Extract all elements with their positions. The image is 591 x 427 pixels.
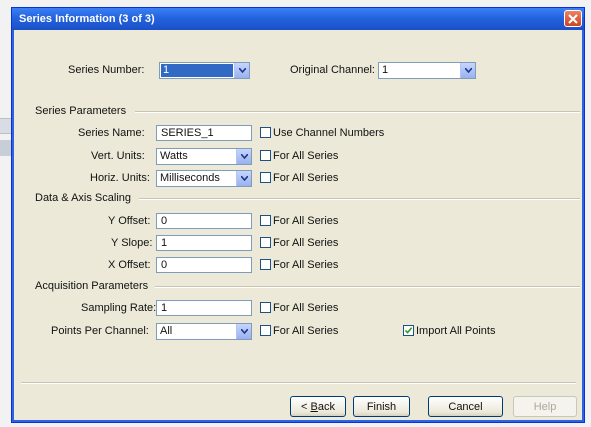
series-parameters-title: Series Parameters <box>35 105 127 117</box>
y-slope-for-all-checkbox[interactable] <box>260 237 271 248</box>
back-button-prefix: < <box>301 400 311 413</box>
import-all-points-checkbox[interactable] <box>403 325 414 336</box>
divider <box>139 198 580 200</box>
chevron-down-icon[interactable] <box>236 149 251 164</box>
points-per-channel-value: All <box>160 325 173 337</box>
title-bar[interactable]: Series Information (3 of 3) <box>12 8 584 30</box>
vert-units-for-all-label: For All Series <box>273 150 339 162</box>
help-button[interactable]: Help <box>513 396 577 417</box>
divider <box>135 111 580 113</box>
data-axis-scaling-title: Data & Axis Scaling <box>35 192 131 204</box>
original-channel-value: 1 <box>382 64 389 76</box>
use-channel-numbers-checkbox[interactable] <box>260 127 271 138</box>
close-button[interactable] <box>564 10 582 27</box>
y-offset-label: Y Offset: <box>108 215 151 227</box>
acquisition-parameters-title: Acquisition Parameters <box>35 280 149 292</box>
vert-units-label: Vert. Units: <box>91 150 145 162</box>
cancel-button-label: Cancel <box>448 400 483 413</box>
x-offset-label: X Offset: <box>108 259 151 271</box>
y-offset-for-all-checkbox[interactable] <box>260 215 271 226</box>
points-per-channel-dropdown[interactable]: All <box>156 323 252 340</box>
help-button-label: Help <box>533 400 557 413</box>
series-name-label: Series Name: <box>78 127 145 139</box>
x-offset-for-all-checkbox[interactable] <box>260 259 271 270</box>
vert-units-value: Watts <box>160 150 188 162</box>
chevron-down-icon[interactable] <box>236 171 251 186</box>
horiz-units-for-all-label: For All Series <box>273 172 339 184</box>
horiz-units-dropdown[interactable]: Milliseconds <box>156 170 252 187</box>
points-per-channel-for-all-checkbox[interactable] <box>260 325 271 336</box>
points-per-channel-for-all-label: For All Series <box>273 325 339 337</box>
back-button-mnemonic: B <box>310 400 318 413</box>
dialog-content: Series Number: 1 Original Channel: 1 Ser… <box>15 30 581 419</box>
series-number-value: 1 <box>161 64 233 77</box>
original-channel-dropdown[interactable]: 1 <box>378 62 476 79</box>
horiz-units-label: Horiz. Units: <box>90 172 150 184</box>
close-icon <box>568 13 578 24</box>
window-title: Series Information (3 of 3) <box>19 13 155 25</box>
checkmark-icon <box>404 327 413 334</box>
points-per-channel-label: Points Per Channel: <box>51 325 149 337</box>
chevron-down-icon[interactable] <box>460 63 475 78</box>
y-slope-for-all-label: For All Series <box>273 237 339 249</box>
y-slope-input[interactable]: 1 <box>156 235 252 251</box>
y-offset-input[interactable]: 0 <box>156 213 252 229</box>
x-offset-input[interactable]: 0 <box>156 257 252 273</box>
back-button[interactable]: < Back <box>290 396 346 417</box>
series-name-input[interactable]: SERIES_1 <box>156 125 252 141</box>
cancel-button[interactable]: Cancel <box>428 396 503 417</box>
chevron-down-icon[interactable] <box>236 324 251 339</box>
vert-units-for-all-checkbox[interactable] <box>260 150 271 161</box>
sampling-rate-for-all-label: For All Series <box>273 302 339 314</box>
x-offset-for-all-label: For All Series <box>273 259 339 271</box>
back-button-label: ack <box>317 400 335 413</box>
horiz-units-value: Milliseconds <box>160 172 220 184</box>
finish-button-label: Finish <box>366 400 397 413</box>
horiz-units-for-all-checkbox[interactable] <box>260 172 271 183</box>
series-information-dialog: Series Information (3 of 3) Series Numbe… <box>11 7 585 423</box>
divider <box>21 382 576 384</box>
y-offset-for-all-label: For All Series <box>273 215 339 227</box>
finish-button[interactable]: Finish <box>353 396 410 417</box>
sampling-rate-label: Sampling Rate: <box>81 302 157 314</box>
y-slope-label: Y Slope: <box>111 237 153 249</box>
use-channel-numbers-label: Use Channel Numbers <box>273 127 385 139</box>
sampling-rate-input[interactable]: 1 <box>156 300 252 316</box>
original-channel-label: Original Channel: <box>290 64 375 76</box>
import-all-points-label: Import All Points <box>416 325 496 337</box>
series-number-dropdown[interactable]: 1 <box>159 62 250 79</box>
divider <box>155 286 580 288</box>
sampling-rate-for-all-checkbox[interactable] <box>260 302 271 313</box>
series-number-label: Series Number: <box>68 64 145 76</box>
vert-units-dropdown[interactable]: Watts <box>156 148 252 165</box>
chevron-down-icon[interactable] <box>234 63 249 78</box>
